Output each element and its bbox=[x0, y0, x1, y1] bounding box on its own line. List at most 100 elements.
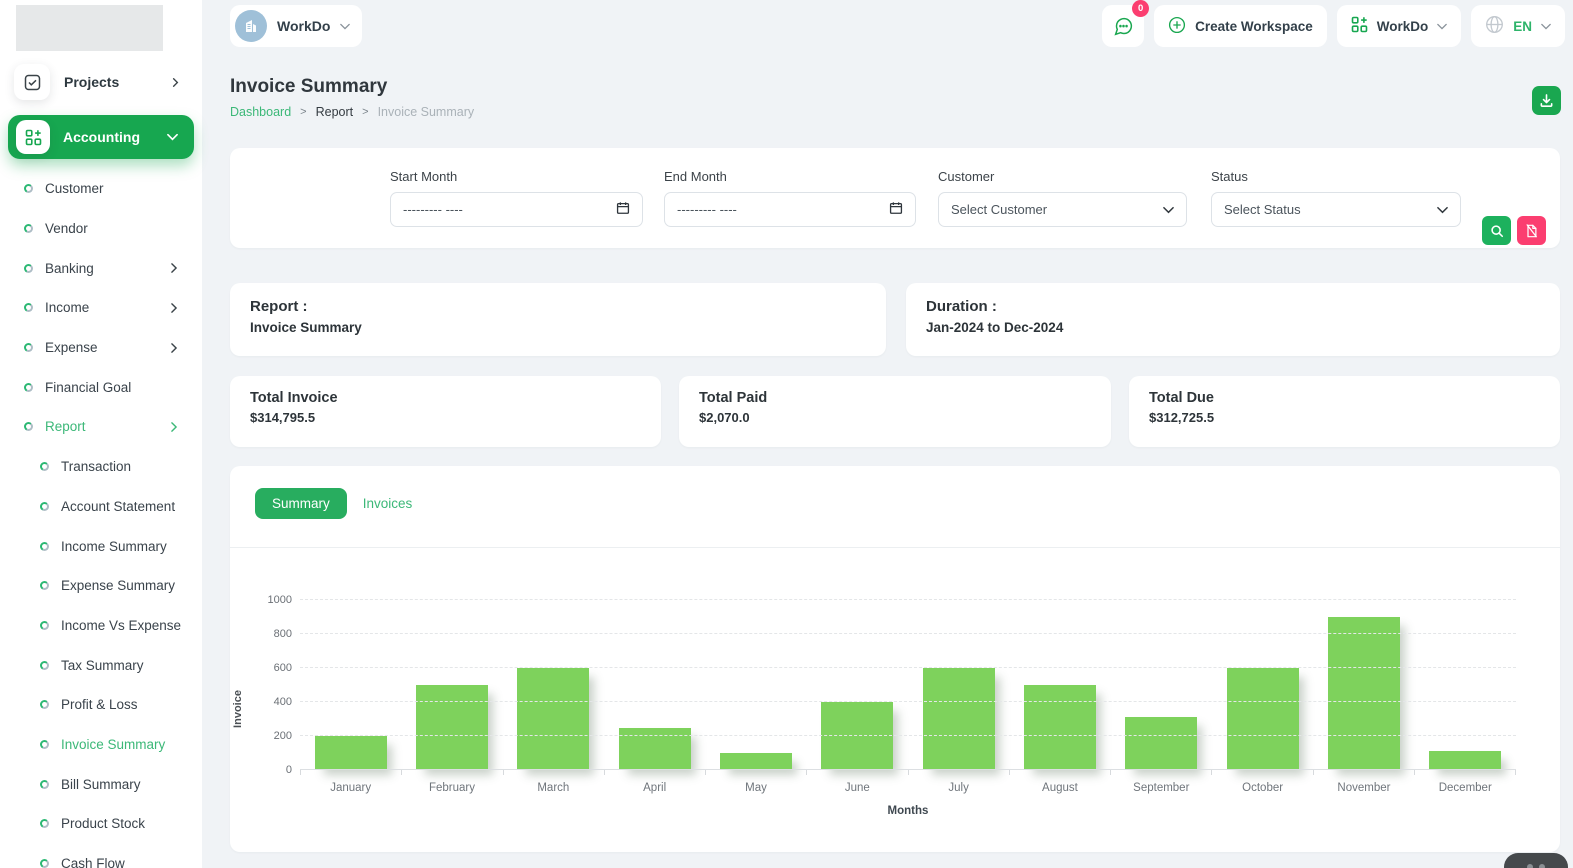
sidebar-item-projects[interactable]: Projects bbox=[0, 59, 202, 105]
start-month-input[interactable]: --------- ---- bbox=[390, 192, 643, 227]
bar-column-august bbox=[1009, 600, 1110, 770]
customer-select[interactable]: Select Customer bbox=[938, 192, 1187, 227]
bullet-icon bbox=[40, 700, 49, 709]
bar-february[interactable] bbox=[416, 685, 488, 770]
status-field: Status Select Status bbox=[1211, 169, 1461, 227]
x-axis-label-september: September bbox=[1111, 782, 1212, 794]
bar-december[interactable] bbox=[1429, 751, 1501, 770]
gridline bbox=[300, 667, 1516, 668]
x-axis-label-january: January bbox=[300, 782, 401, 794]
total-invoice-value: $314,795.5 bbox=[250, 410, 641, 425]
search-button[interactable] bbox=[1482, 216, 1511, 245]
sidebar-item-income-vs-expense[interactable]: Income Vs Expense bbox=[0, 606, 202, 646]
calendar-icon[interactable] bbox=[616, 201, 630, 218]
bar-june[interactable] bbox=[821, 702, 893, 770]
bullet-icon bbox=[40, 542, 49, 551]
filter-actions bbox=[1482, 216, 1546, 245]
bullet-icon bbox=[24, 422, 33, 431]
sidebar-item-profit-loss[interactable]: Profit & Loss bbox=[0, 685, 202, 725]
floating-widget[interactable] bbox=[1504, 853, 1568, 868]
reset-button[interactable] bbox=[1517, 216, 1546, 245]
download-button[interactable] bbox=[1532, 86, 1561, 115]
sidebar-item-label: Report bbox=[45, 419, 86, 434]
status-select[interactable]: Select Status bbox=[1211, 192, 1461, 227]
end-month-value: --------- ---- bbox=[677, 202, 737, 217]
duration-value: Jan-2024 to Dec-2024 bbox=[926, 320, 1540, 335]
chevron-down-icon bbox=[1163, 202, 1174, 217]
gridline bbox=[300, 701, 1516, 702]
sidebar-item-income-summary[interactable]: Income Summary bbox=[0, 526, 202, 566]
tab-divider bbox=[230, 547, 1560, 548]
sidebar-item-invoice-summary[interactable]: Invoice Summary bbox=[0, 725, 202, 765]
end-month-field: End Month --------- ---- bbox=[664, 169, 916, 227]
y-axis-tick-label: 600 bbox=[254, 662, 292, 674]
chart-bars bbox=[300, 600, 1516, 770]
bar-july[interactable] bbox=[923, 668, 995, 770]
status-selected-value: Select Status bbox=[1224, 202, 1301, 217]
end-month-input[interactable]: --------- ---- bbox=[664, 192, 916, 227]
bar-column-september bbox=[1111, 600, 1212, 770]
x-axis-ticks bbox=[300, 770, 1516, 775]
sidebar-item-label: Cash Flow bbox=[61, 856, 125, 868]
chevron-down-icon bbox=[167, 133, 178, 141]
tab-summary[interactable]: Summary bbox=[255, 488, 347, 519]
bar-column-may bbox=[705, 600, 806, 770]
bar-march[interactable] bbox=[517, 668, 589, 770]
sidebar-item-banking[interactable]: Banking bbox=[0, 248, 202, 288]
bar-april[interactable] bbox=[619, 728, 691, 771]
sidebar-item-expense[interactable]: Expense bbox=[0, 328, 202, 368]
y-axis-tick-label: 200 bbox=[254, 730, 292, 742]
sidebar-item-label: Customer bbox=[45, 181, 104, 196]
breadcrumb-report[interactable]: Report bbox=[316, 105, 354, 119]
status-label: Status bbox=[1211, 169, 1461, 184]
sidebar-item-label: Banking bbox=[45, 261, 94, 276]
x-axis-title: Months bbox=[300, 805, 1516, 817]
sidebar-item-tax-summary[interactable]: Tax Summary bbox=[0, 645, 202, 685]
chevron-down-icon bbox=[1437, 202, 1448, 217]
checkbox-icon bbox=[14, 64, 50, 100]
bar-november[interactable] bbox=[1328, 617, 1400, 770]
y-axis-tick-label: 800 bbox=[254, 628, 292, 640]
bullet-icon bbox=[24, 303, 33, 312]
sidebar-item-account-statement[interactable]: Account Statement bbox=[0, 487, 202, 527]
sidebar-item-expense-summary[interactable]: Expense Summary bbox=[0, 566, 202, 606]
bullet-icon bbox=[40, 462, 49, 471]
bullet-icon bbox=[40, 661, 49, 670]
bar-october[interactable] bbox=[1227, 668, 1299, 770]
total-paid-value: $2,070.0 bbox=[699, 410, 1091, 425]
gridline bbox=[300, 735, 1516, 736]
sidebar-item-bill-summary[interactable]: Bill Summary bbox=[0, 764, 202, 804]
sidebar-item-product-stock[interactable]: Product Stock bbox=[0, 804, 202, 844]
total-invoice-label: Total Invoice bbox=[250, 390, 641, 406]
report-label: Report : bbox=[250, 298, 866, 315]
filter-panel: Start Month --------- ---- End Month ---… bbox=[230, 148, 1560, 248]
sidebar-item-vendor[interactable]: Vendor bbox=[0, 209, 202, 249]
total-invoice-card: Total Invoice $314,795.5 bbox=[230, 376, 661, 447]
tab-bar: Summary Invoices bbox=[230, 466, 1560, 519]
bullet-icon bbox=[24, 264, 33, 273]
sidebar-item-report[interactable]: Report bbox=[0, 407, 202, 447]
y-axis-tick-label: 400 bbox=[254, 696, 292, 708]
sidebar-item-financial-goal[interactable]: Financial Goal bbox=[0, 367, 202, 407]
customer-field: Customer Select Customer bbox=[938, 169, 1187, 227]
sidebar-item-label: Account Statement bbox=[61, 499, 175, 514]
bullet-icon bbox=[40, 502, 49, 511]
bar-column-june bbox=[807, 600, 908, 770]
sidebar-item-income[interactable]: Income bbox=[0, 288, 202, 328]
bar-january[interactable] bbox=[315, 736, 387, 770]
sidebar-item-cash-flow[interactable]: Cash Flow bbox=[0, 844, 202, 868]
x-axis-label-june: June bbox=[807, 782, 908, 794]
bar-august[interactable] bbox=[1024, 685, 1096, 770]
sidebar-item-customer[interactable]: Customer bbox=[0, 169, 202, 209]
sidebar-item-transaction[interactable]: Transaction bbox=[0, 447, 202, 487]
x-axis-label-march: March bbox=[503, 782, 604, 794]
tab-invoices[interactable]: Invoices bbox=[363, 488, 413, 519]
breadcrumb-dashboard[interactable]: Dashboard bbox=[230, 105, 291, 119]
bullet-icon bbox=[24, 184, 33, 193]
sidebar-item-label: Income bbox=[45, 300, 89, 315]
calendar-icon[interactable] bbox=[889, 201, 903, 218]
bar-may[interactable] bbox=[720, 753, 792, 770]
sidebar-item-label: Accounting bbox=[63, 129, 140, 145]
sidebar-item-accounting[interactable]: Accounting bbox=[8, 115, 194, 159]
bar-september[interactable] bbox=[1125, 717, 1197, 770]
